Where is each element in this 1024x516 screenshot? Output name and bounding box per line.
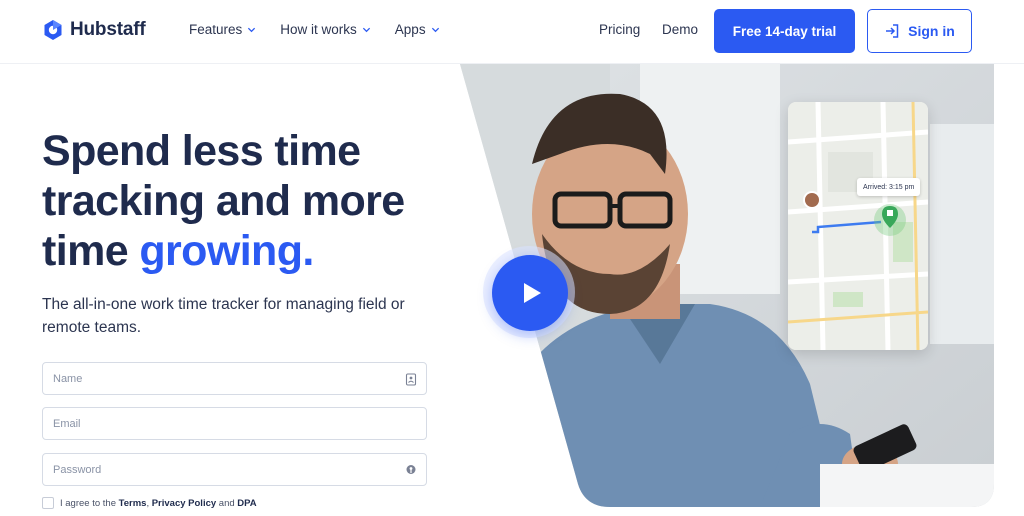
- terms-link[interactable]: Terms: [119, 498, 147, 509]
- email-input[interactable]: [43, 408, 426, 439]
- nav-pricing[interactable]: Pricing: [599, 22, 640, 37]
- headline-accent: growing.: [139, 227, 314, 275]
- name-input[interactable]: [43, 363, 426, 394]
- nav-how-it-works[interactable]: How it works: [280, 22, 371, 37]
- email-field[interactable]: [42, 407, 427, 440]
- chevron-down-icon: [248, 27, 256, 33]
- chevron-down-icon: [362, 27, 370, 33]
- headline-line-2: tracking and more: [42, 177, 405, 225]
- name-field[interactable]: [42, 362, 427, 395]
- password-input[interactable]: [43, 454, 426, 485]
- site-header: Hubstaff Features How it works Apps Pric…: [0, 0, 1024, 64]
- nav-features-label: Features: [189, 22, 243, 37]
- nav-apps-label: Apps: [394, 22, 426, 37]
- free-trial-label: Free 14-day trial: [732, 23, 837, 39]
- contact-card-icon: [405, 373, 417, 386]
- hero-headline: Spend less time tracking and more time g…: [42, 126, 462, 276]
- dpa-link[interactable]: DPA: [237, 498, 256, 509]
- agree-text: I agree to the Terms, Privacy Policy and…: [60, 498, 257, 509]
- chevron-down-icon: [431, 27, 439, 33]
- map-card: [788, 102, 928, 350]
- sign-in-label: Sign in: [908, 23, 955, 39]
- hero-subtitle: The all-in-one work time tracker for man…: [42, 296, 405, 336]
- free-trial-button[interactable]: Free 14-day trial: [714, 9, 855, 53]
- nav-apps[interactable]: Apps: [395, 22, 440, 37]
- map-illustration: [788, 102, 928, 350]
- logo-icon: [44, 20, 62, 40]
- privacy-policy-link[interactable]: Privacy Policy: [152, 498, 216, 509]
- logo-text: Hubstaff: [70, 19, 146, 40]
- arrived-tooltip: Arrived: 3:15 pm: [857, 178, 921, 196]
- agree-prefix: I agree to the: [60, 497, 119, 509]
- play-icon: [524, 283, 541, 303]
- nav-how-it-works-label: How it works: [280, 22, 357, 37]
- headline-line-3: time: [42, 227, 140, 275]
- agree-sep: and: [216, 497, 238, 509]
- key-icon: [406, 465, 416, 474]
- sign-in-button[interactable]: Sign in: [867, 9, 972, 53]
- main-nav: Features How it works Apps: [189, 22, 440, 37]
- sign-in-icon: [886, 24, 899, 38]
- nav-features[interactable]: Features: [189, 22, 256, 37]
- logo[interactable]: Hubstaff: [42, 19, 146, 41]
- nav-demo[interactable]: Demo: [662, 22, 698, 37]
- headline-line-1: Spend less time: [42, 127, 361, 175]
- password-field[interactable]: [42, 453, 427, 486]
- play-video-button[interactable]: [492, 255, 568, 331]
- agree-checkbox[interactable]: [42, 497, 54, 509]
- terms-agreement: I agree to the Terms, Privacy Policy and…: [42, 497, 257, 509]
